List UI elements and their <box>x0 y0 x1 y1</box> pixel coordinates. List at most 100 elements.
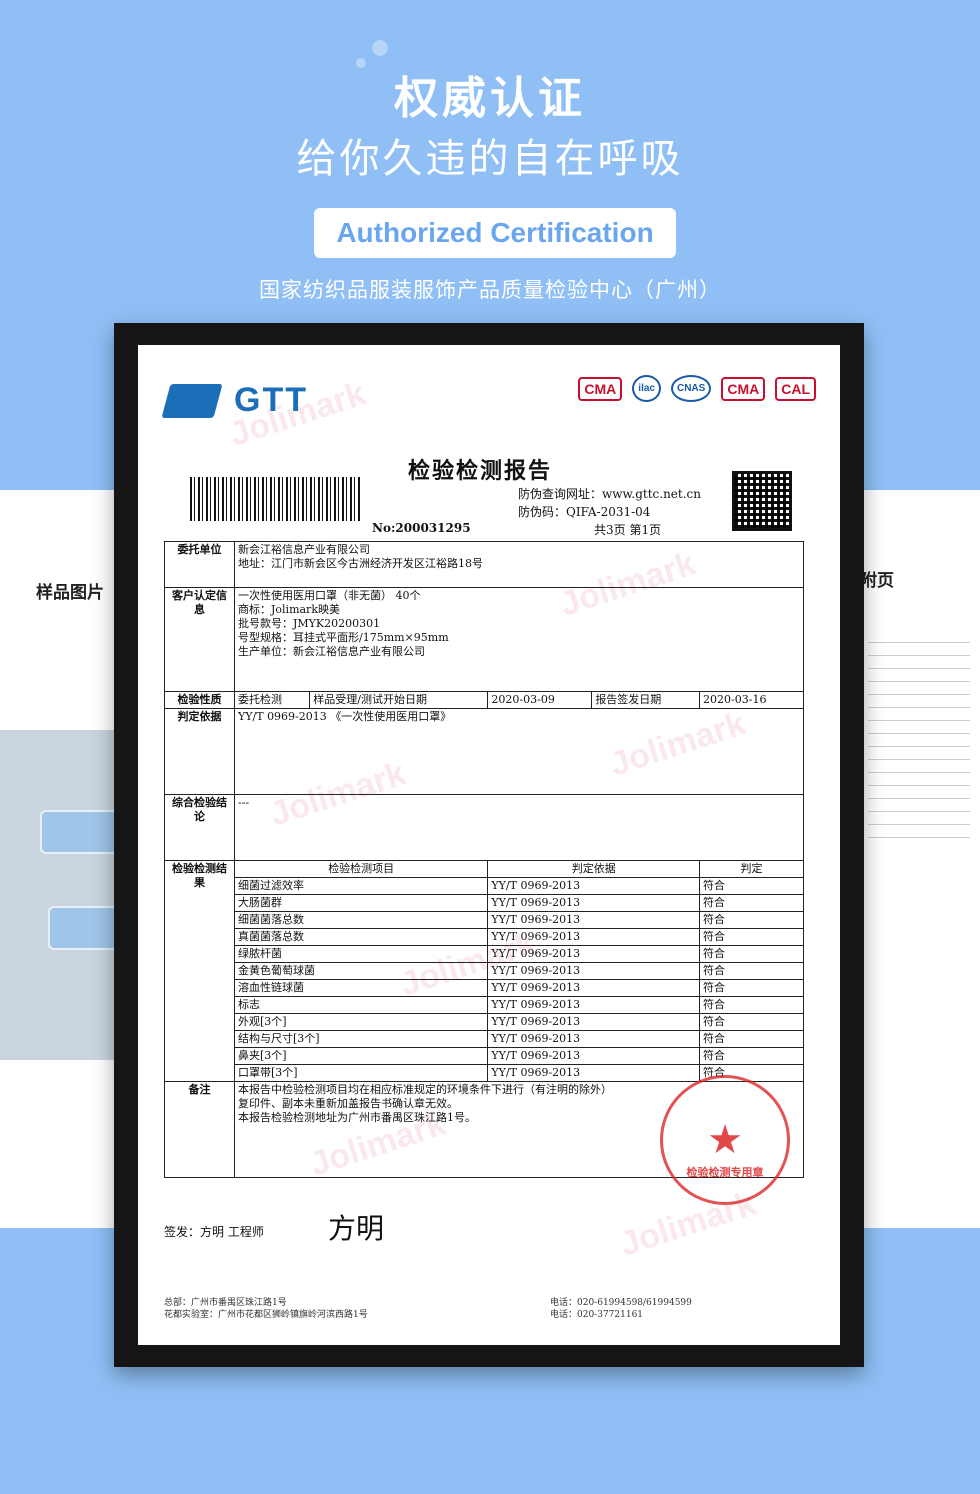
table-row: 细菌菌落总数 YY/T 0969-2013 符合 <box>165 911 804 929</box>
stamp-text: 检验检测专用章 <box>686 1166 764 1179</box>
result-basis: YY/T 0969-2013 <box>487 1064 701 1082</box>
cma-icon: CMA <box>721 376 766 401</box>
org-name: 国家纺织品服装服饰产品质量检验中心（广州） <box>259 278 721 302</box>
footer-line: 电话：020-37721161 <box>550 1310 644 1320</box>
footer-line: 花都实验室：广州市花都区狮岭镇旗岭河滨西路1号 <box>164 1310 368 1320</box>
result-item: 金黄色葡萄球菌 <box>233 962 489 980</box>
result-verdict: 符合 <box>699 894 804 912</box>
signer-line: 签发：方明 工程师 <box>164 1225 264 1239</box>
barcode-icon <box>190 477 362 521</box>
recv-date-value: 2020-03-09 <box>487 691 593 709</box>
result-basis: YY/T 0969-2013 <box>487 979 701 997</box>
right-report-page: 附页 <box>858 490 980 1228</box>
result-item: 大肠菌群 <box>233 894 489 912</box>
page-count: 共3页 第1页 <box>594 523 662 537</box>
anti-fake-code: 防伪码：QIFA-2031-04 <box>518 505 651 519</box>
issue-date-label: 报告签发日期 <box>591 691 701 709</box>
gtt-logo-icon <box>161 383 223 418</box>
certification-badge: Authorized Certification <box>314 208 676 258</box>
star-icon: ★ <box>707 1117 743 1163</box>
sample-line: 生产单位：新会江裕信息产业有限公司 <box>238 645 425 658</box>
result-verdict: 符合 <box>699 877 804 895</box>
qr-code-icon <box>732 471 792 531</box>
result-item: 鼻夹[3个] <box>233 1047 489 1065</box>
result-verdict: 符合 <box>699 1030 804 1048</box>
table-row: 结构与尺寸[3个] YY/T 0969-2013 符合 <box>165 1030 804 1048</box>
accreditation-logos: CMA ilac CNAS CMA CAL <box>578 375 816 402</box>
result-item: 细菌过滤效率 <box>233 877 489 895</box>
nature-value: 委托检测 <box>233 691 311 709</box>
result-verdict: 符合 <box>699 1047 804 1065</box>
results-header-item: 检验检测项目 <box>233 860 489 878</box>
decor-bubble <box>372 40 388 56</box>
result-item: 结构与尺寸[3个] <box>233 1030 489 1048</box>
table-row: 外观[3个] YY/T 0969-2013 符合 <box>165 1013 804 1031</box>
table-row: 真菌菌落总数 YY/T 0969-2013 符合 <box>165 928 804 946</box>
result-item: 细菌菌落总数 <box>233 911 489 929</box>
result-verdict: 符合 <box>699 1013 804 1031</box>
client-label: 委托单位 <box>164 541 235 588</box>
recv-date-label: 样品受理/测试开始日期 <box>309 691 489 709</box>
client-info: 新会江裕信息产业有限公司 地址：江门市新会区今古洲经济开发区江裕路18号 <box>234 541 804 588</box>
results-header-basis: 判定依据 <box>487 860 701 878</box>
table-row: 细菌过滤效率 YY/T 0969-2013 符合 <box>165 877 804 895</box>
appendix-lines <box>858 630 980 850</box>
nature-label: 检验性质 <box>164 691 235 709</box>
result-verdict: 符合 <box>699 979 804 997</box>
test-report: Jolimark Jolimark Jolimark Jolimark Joli… <box>138 345 840 1345</box>
sample-label: 客户认定信息 <box>164 587 235 692</box>
footer-line: 电话：020-61994598/61994599 <box>550 1298 692 1308</box>
sample-line: 号型规格：耳挂式平面形/175mm×95mm <box>238 631 449 644</box>
result-verdict: 符合 <box>699 996 804 1014</box>
report-title: 检验检测报告 <box>408 458 553 484</box>
client-name: 新会江裕信息产业有限公司 <box>238 543 370 556</box>
sample-line: 商标：Jolimark映美 <box>238 603 340 616</box>
page-title: 权威认证 <box>394 73 586 124</box>
query-url: 防伪查询网址：www.gttc.net.cn <box>518 487 701 501</box>
cal-icon: CAL <box>775 376 816 401</box>
certificate-frame: Jolimark Jolimark Jolimark Jolimark Joli… <box>114 323 864 1367</box>
results-label: 检验检测结果 <box>164 860 235 1082</box>
result-verdict: 符合 <box>699 911 804 929</box>
cma-icon: CMA <box>578 376 623 401</box>
sample-line: 批号款号：JMYK20200301 <box>238 617 381 630</box>
issue-date-value: 2020-03-16 <box>699 691 804 709</box>
table-row: 鼻夹[3个] YY/T 0969-2013 符合 <box>165 1047 804 1065</box>
footer-right: 电话：020-61994598/61994599 电话：020-37721161 <box>550 1297 692 1321</box>
result-item: 绿脓杆菌 <box>233 945 489 963</box>
table-row: 溶血性链球菌 YY/T 0969-2013 符合 <box>165 979 804 997</box>
mask-image <box>40 810 120 854</box>
hero-section: 权威认证 给你久违的自在呼吸 Authorized Certification … <box>0 0 980 320</box>
table-row: 标志 YY/T 0969-2013 符合 <box>165 996 804 1014</box>
result-basis: YY/T 0969-2013 <box>487 911 701 929</box>
table-row: 金黄色葡萄球菌 YY/T 0969-2013 符合 <box>165 962 804 980</box>
sample-line: 一次性使用医用口罩（非无菌） 40个 <box>238 589 421 602</box>
client-address: 地址：江门市新会区今古洲经济开发区江裕路18号 <box>238 557 483 570</box>
result-basis: YY/T 0969-2013 <box>487 1030 701 1048</box>
result-basis: YY/T 0969-2013 <box>487 877 701 895</box>
gtt-brand: GTT <box>234 381 308 419</box>
table-row: 绿脓杆菌 YY/T 0969-2013 符合 <box>165 945 804 963</box>
conclusion-value: --- <box>234 794 804 861</box>
result-basis: YY/T 0969-2013 <box>487 996 701 1014</box>
result-verdict: 符合 <box>699 945 804 963</box>
result-item: 标志 <box>233 996 489 1014</box>
results-header-verdict: 判定 <box>699 860 804 878</box>
result-basis: YY/T 0969-2013 <box>487 928 701 946</box>
ilac-mra-icon: ilac <box>632 375 661 402</box>
sample-info: 一次性使用医用口罩（非无菌） 40个 商标：Jolimark映美 批号款号：JM… <box>234 587 804 692</box>
result-item: 口罩带[3个] <box>233 1064 489 1082</box>
gtt-logo: GTT <box>161 381 308 420</box>
result-item: 真菌菌落总数 <box>233 928 489 946</box>
table-row: 大肠菌群 YY/T 0969-2013 符合 <box>165 894 804 912</box>
basis-label: 判定依据 <box>164 708 235 795</box>
result-basis: YY/T 0969-2013 <box>487 894 701 912</box>
result-verdict: 符合 <box>699 928 804 946</box>
result-verdict: 符合 <box>699 962 804 980</box>
result-basis: YY/T 0969-2013 <box>487 945 701 963</box>
result-basis: YY/T 0969-2013 <box>487 1047 701 1065</box>
result-basis: YY/T 0969-2013 <box>487 962 701 980</box>
signature: 方明 <box>328 1212 385 1245</box>
side-page-title: 样品图片 <box>36 583 104 603</box>
conclusion-label: 综合检验结论 <box>164 794 235 861</box>
